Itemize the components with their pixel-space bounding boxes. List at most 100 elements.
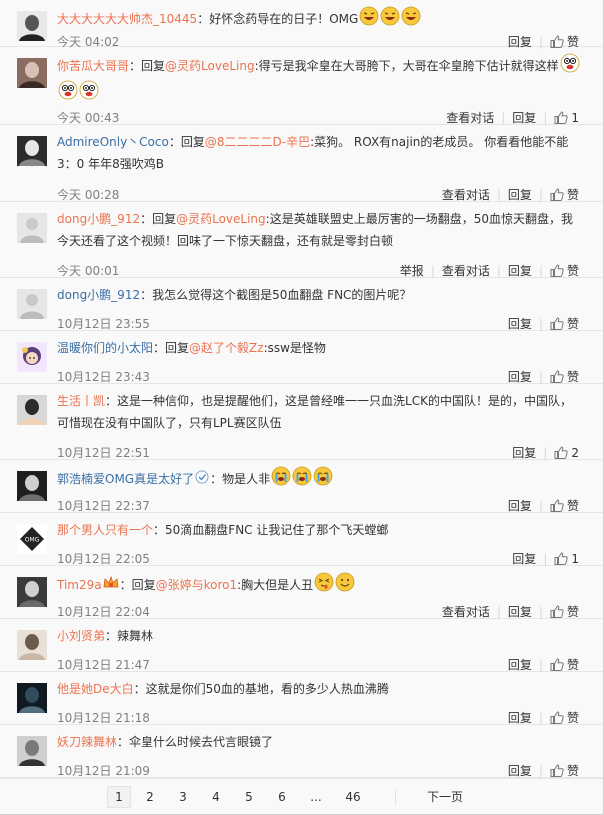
like-label: 赞 (566, 711, 579, 725)
next-page-button[interactable]: 下一页 (420, 787, 470, 807)
like-button[interactable]: 1 (547, 111, 579, 125)
avatar[interactable] (17, 11, 47, 41)
username-link[interactable]: 生活丨凯 (57, 394, 105, 408)
avatar[interactable]: OMG (17, 524, 47, 554)
comment-text: :胸大但是人丑 (237, 578, 314, 592)
comment-body: 温暖你们的小太阳：回复@赵了个毅Zz:ssw是怪物 (57, 337, 582, 359)
smile-emoji (335, 572, 355, 599)
comment-body: 生活丨凯：这是一种信仰，也是提醒他们，这是曾经唯一一只血洗LCK的中国队！是的，… (57, 390, 582, 434)
like-button[interactable]: 赞 (543, 762, 579, 779)
pagination: 1 2 3 4 5 6... 46 下一页 (0, 778, 603, 815)
mention-link[interactable]: @灵药LoveLing (165, 59, 255, 73)
like-thumb-icon (554, 111, 569, 124)
comment-text: ：我怎么觉得这个截图是50血翻盘 FNC的图片呢？ (140, 288, 412, 302)
page-link[interactable]: 6 (272, 787, 292, 807)
like-thumb-icon (550, 658, 564, 671)
like-button[interactable]: 赞 (543, 497, 579, 514)
like-button[interactable]: 赞 (543, 656, 579, 673)
reply-button[interactable]: 回复 (505, 444, 543, 461)
haha-emoji (359, 6, 379, 33)
avatar[interactable] (17, 342, 47, 372)
username-link[interactable]: 那个男人只有一个 (57, 523, 153, 537)
username-link[interactable]: 妖刀辣舞林 (57, 735, 117, 749)
reply-button[interactable]: 回复 (501, 315, 539, 332)
comment-item: 小刘贤弟：辣舞林 10月12日 21:47 回复 | 赞 (0, 619, 603, 672)
like-button[interactable]: 赞 (543, 315, 579, 332)
like-button[interactable]: 赞 (543, 186, 579, 203)
crazy-emoji (560, 53, 580, 80)
timestamp: 10月12日 21:18 (57, 711, 150, 725)
view-thread-button[interactable]: 查看对话 (435, 262, 497, 279)
username-link[interactable]: AdmireOnly丶Coco (57, 135, 169, 149)
reply-button[interactable]: 回复 (501, 603, 539, 620)
reply-button[interactable]: 回复 (501, 762, 539, 779)
crazy-emoji (79, 80, 99, 107)
reply-button[interactable]: 回复 (501, 368, 539, 385)
username-link[interactable]: dong小鹏_912 (57, 212, 140, 226)
mention-link[interactable]: @8二二二二D-辛巴 (205, 135, 310, 149)
comment-actions: 回复 | 赞 (501, 497, 579, 514)
username-link[interactable]: 大大大大大大帅杰_10445 (57, 12, 197, 26)
view-thread-button[interactable]: 查看对话 (435, 603, 497, 620)
page-ellipsis: ... (310, 790, 322, 804)
like-count: 1 (571, 551, 579, 566)
avatar[interactable] (17, 471, 47, 501)
avatar[interactable] (17, 213, 47, 243)
page-link[interactable]: 4 (206, 787, 226, 807)
avatar[interactable] (17, 395, 47, 425)
reply-button[interactable]: 回复 (505, 550, 543, 567)
report-button[interactable]: 举报 (393, 262, 431, 279)
avatar[interactable] (17, 683, 47, 713)
like-count: 2 (571, 445, 579, 460)
crazy-emoji (58, 80, 78, 107)
mention-link[interactable]: @赵了个毅Zz (189, 341, 264, 355)
reply-button[interactable]: 回复 (501, 656, 539, 673)
like-button[interactable]: 赞 (543, 709, 579, 726)
timestamp: 今天 00:43 (57, 111, 120, 125)
reply-button[interactable]: 回复 (501, 497, 539, 514)
reply-button[interactable]: 回复 (501, 262, 539, 279)
avatar[interactable] (17, 577, 47, 607)
page-link[interactable]: 5 (239, 787, 259, 807)
comment-item: 妖刀辣舞林：伞皇什么时候去代言眼镜了 10月12日 21:09 回复 | 赞 (0, 725, 603, 778)
username-link[interactable]: 他是她De大白 (57, 682, 134, 696)
page-link[interactable]: 1 (107, 786, 131, 808)
like-button[interactable]: 2 (547, 446, 579, 460)
username-link[interactable]: 你苦瓜大哥哥 (57, 59, 129, 73)
mention-link[interactable]: @灵药LoveLing (176, 212, 266, 226)
avatar[interactable] (17, 630, 47, 660)
username-link[interactable]: Tim29a (57, 578, 102, 592)
view-thread-button[interactable]: 查看对话 (439, 109, 501, 126)
comment-item: dong小鹏_912：我怎么觉得这个截图是50血翻盘 FNC的图片呢？ 10月12… (0, 278, 603, 331)
page-link[interactable]: 2 (140, 787, 160, 807)
like-button[interactable]: 赞 (543, 262, 579, 279)
pagination-divider (395, 789, 396, 805)
comment-body: dong小鹏_912：我怎么觉得这个截图是50血翻盘 FNC的图片呢？ (57, 284, 582, 306)
avatar[interactable] (17, 58, 47, 88)
username-link[interactable]: 温暖你们的小太阳 (57, 341, 153, 355)
username-link[interactable]: dong小鹏_912 (57, 288, 140, 302)
avatar[interactable] (17, 736, 47, 766)
timestamp: 10月12日 21:47 (57, 658, 150, 672)
comment-item: 生活丨凯：这是一种信仰，也是提醒他们，这是曾经唯一一只血洗LCK的中国队！是的，… (0, 384, 603, 460)
like-button[interactable]: 赞 (543, 603, 579, 620)
reply-button[interactable]: 回复 (501, 709, 539, 726)
comment-actions: 回复 | 赞 (501, 368, 579, 385)
mention-link[interactable]: @张婷与koro1 (156, 578, 238, 592)
like-button[interactable]: 赞 (543, 368, 579, 385)
reply-button[interactable]: 回复 (505, 109, 543, 126)
reply-prefix: ：回复 (168, 135, 205, 149)
comment-actions: 回复 | 赞 (501, 656, 579, 673)
avatar[interactable] (17, 289, 47, 319)
page-link[interactable]: 3 (173, 787, 193, 807)
reply-button[interactable]: 回复 (501, 186, 539, 203)
username-link[interactable]: 郭浩楠爱OMG真是太好了 (57, 472, 194, 486)
view-thread-button[interactable]: 查看对话 (435, 186, 497, 203)
comment-text: ：伞皇什么时候去代言眼镜了 (117, 735, 274, 749)
avatar[interactable] (17, 136, 47, 166)
comment-item: Tim29a ：回复@张婷与koro1:胸大但是人丑 10月12日 22:04 查看… (0, 566, 603, 619)
page-link[interactable]: 46 (339, 787, 367, 807)
like-button[interactable]: 1 (547, 552, 579, 566)
username-link[interactable]: 小刘贤弟 (57, 629, 105, 643)
comment-text: ：物是人非 (210, 472, 271, 486)
